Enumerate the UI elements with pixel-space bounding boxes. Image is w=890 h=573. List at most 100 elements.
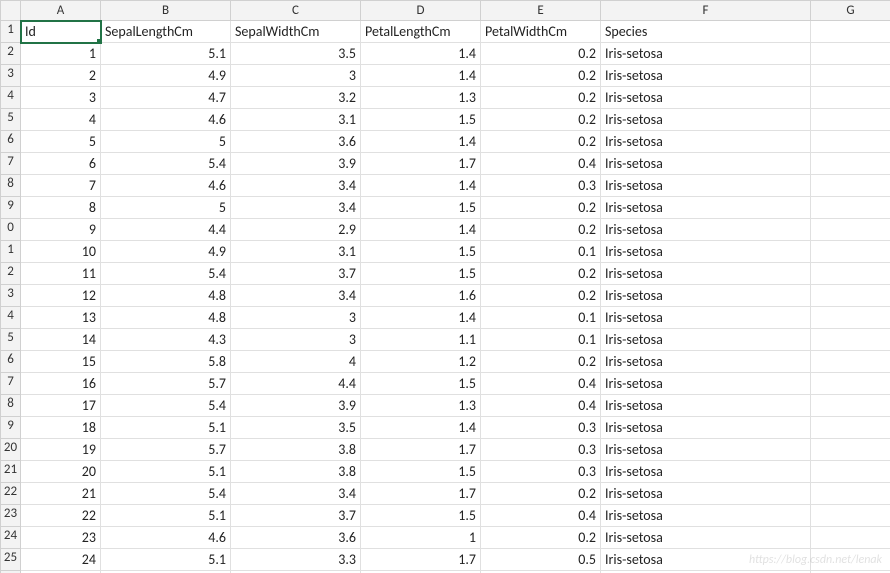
cell[interactable]: 1.5 [361, 373, 481, 395]
cell[interactable]: 7 [21, 175, 101, 197]
cell[interactable]: 5 [101, 131, 231, 153]
cell[interactable]: 5.1 [101, 549, 231, 571]
row-header[interactable]: 8 [1, 175, 21, 197]
cell[interactable]: 4.6 [101, 527, 231, 549]
cell[interactable]: Iris-setosa [601, 461, 811, 483]
cell[interactable]: 18 [21, 417, 101, 439]
cell[interactable] [811, 87, 890, 109]
cell[interactable] [811, 373, 890, 395]
cell[interactable]: 14 [21, 329, 101, 351]
cell[interactable]: 1.4 [361, 417, 481, 439]
cell[interactable]: Iris-setosa [601, 65, 811, 87]
cell[interactable]: 3.6 [231, 527, 361, 549]
cell[interactable]: 0.4 [481, 373, 601, 395]
cell[interactable]: 0.3 [481, 417, 601, 439]
row-header[interactable]: 1 [1, 241, 21, 263]
cell[interactable]: Iris-setosa [601, 373, 811, 395]
cell[interactable]: 0.4 [481, 395, 601, 417]
cell[interactable]: 0.4 [481, 153, 601, 175]
cell[interactable]: Iris-setosa [601, 285, 811, 307]
cell[interactable]: 12 [21, 285, 101, 307]
cell[interactable]: 8 [21, 197, 101, 219]
cell[interactable]: 0.3 [481, 175, 601, 197]
cell[interactable]: 1.6 [361, 285, 481, 307]
cell[interactable]: 3.3 [231, 549, 361, 571]
cell[interactable]: Iris-setosa [601, 263, 811, 285]
cell[interactable]: 0.2 [481, 285, 601, 307]
cell[interactable]: 17 [21, 395, 101, 417]
cell[interactable]: 1.7 [361, 153, 481, 175]
cell[interactable]: 1.3 [361, 395, 481, 417]
cell[interactable]: Iris-setosa [601, 307, 811, 329]
row-header[interactable]: 23 [1, 505, 21, 527]
col-header-G[interactable]: G [811, 1, 890, 21]
cell[interactable]: Iris-setosa [601, 153, 811, 175]
row-header[interactable]: 9 [1, 197, 21, 219]
col-header-C[interactable]: C [231, 1, 361, 21]
cell-C1[interactable]: SepalWidthCm [231, 21, 361, 43]
cell[interactable]: 0.2 [481, 43, 601, 65]
cell[interactable]: 3.4 [231, 197, 361, 219]
cell[interactable] [811, 505, 890, 527]
row-header[interactable]: 9 [1, 417, 21, 439]
cell[interactable]: Iris-setosa [601, 329, 811, 351]
cell[interactable] [811, 109, 890, 131]
cell[interactable]: 10 [21, 241, 101, 263]
cell[interactable]: 3.9 [231, 153, 361, 175]
cell[interactable]: 20 [21, 461, 101, 483]
cell[interactable]: 1 [361, 527, 481, 549]
row-header[interactable]: 2 [1, 263, 21, 285]
cell[interactable]: 0.1 [481, 307, 601, 329]
row-header[interactable]: 2 [1, 43, 21, 65]
spreadsheet-grid[interactable]: A B C D E F G 1 Id SepalLengthCm SepalWi… [0, 0, 890, 573]
cell[interactable]: 3 [21, 87, 101, 109]
cell[interactable]: 4.4 [231, 373, 361, 395]
col-header-A[interactable]: A [21, 1, 101, 21]
cell[interactable]: 5.4 [101, 153, 231, 175]
cell[interactable]: 5.4 [101, 395, 231, 417]
cell[interactable]: Iris-setosa [601, 527, 811, 549]
row-header[interactable]: 6 [1, 351, 21, 373]
row-header[interactable]: 7 [1, 153, 21, 175]
cell[interactable] [811, 197, 890, 219]
cell[interactable]: 1.5 [361, 461, 481, 483]
col-header-F[interactable]: F [601, 1, 811, 21]
cell[interactable] [811, 461, 890, 483]
cell[interactable] [811, 439, 890, 461]
cell[interactable]: 16 [21, 373, 101, 395]
cell[interactable] [811, 219, 890, 241]
cell[interactable]: 4.6 [101, 175, 231, 197]
cell[interactable]: Iris-setosa [601, 549, 811, 571]
cell[interactable]: 5.4 [101, 483, 231, 505]
cell[interactable]: 1 [21, 43, 101, 65]
cell[interactable]: Iris-setosa [601, 483, 811, 505]
cell[interactable] [811, 417, 890, 439]
cell[interactable]: Iris-setosa [601, 395, 811, 417]
cell[interactable]: 6 [21, 153, 101, 175]
cell[interactable]: 4.3 [101, 329, 231, 351]
cell[interactable]: 3.7 [231, 263, 361, 285]
cell[interactable]: 3.6 [231, 131, 361, 153]
cell[interactable]: 5 [101, 197, 231, 219]
cell[interactable]: 5.1 [101, 417, 231, 439]
cell[interactable]: 5 [21, 131, 101, 153]
cell[interactable]: 0.2 [481, 109, 601, 131]
cell[interactable]: 1.3 [361, 87, 481, 109]
row-header[interactable]: 3 [1, 285, 21, 307]
cell-D1[interactable]: PetalLengthCm [361, 21, 481, 43]
cell[interactable] [811, 329, 890, 351]
cell[interactable]: 3 [231, 307, 361, 329]
cell[interactable]: 3.1 [231, 109, 361, 131]
cell[interactable]: Iris-setosa [601, 175, 811, 197]
cell[interactable]: 9 [21, 219, 101, 241]
cell[interactable]: 3.8 [231, 461, 361, 483]
cell[interactable]: 15 [21, 351, 101, 373]
cell[interactable]: Iris-setosa [601, 109, 811, 131]
cell[interactable]: 1.5 [361, 505, 481, 527]
cell[interactable]: 0.2 [481, 263, 601, 285]
cell[interactable]: 4.9 [101, 241, 231, 263]
cell[interactable]: 1.5 [361, 241, 481, 263]
cell[interactable]: 0.2 [481, 197, 601, 219]
cell[interactable]: 0.3 [481, 461, 601, 483]
cell[interactable]: 1.1 [361, 329, 481, 351]
